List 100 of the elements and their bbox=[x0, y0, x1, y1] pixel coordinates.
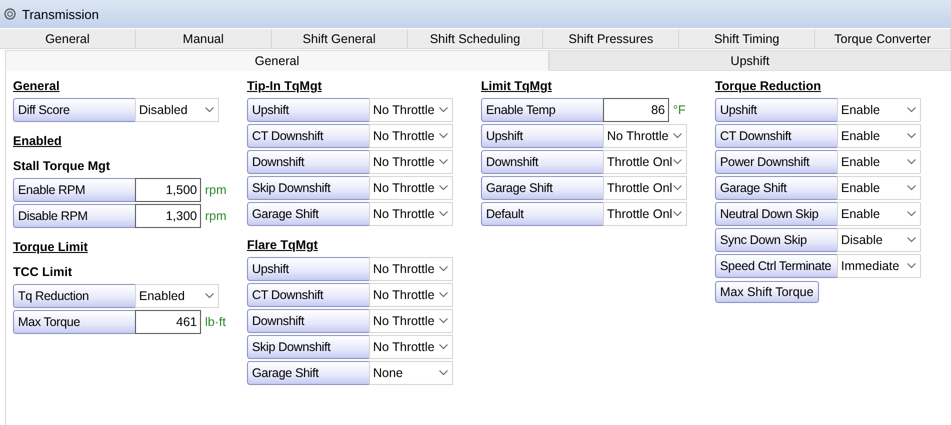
chevron-down-icon bbox=[439, 133, 448, 139]
chevron-down-icon bbox=[907, 133, 916, 139]
field-label: Upshift bbox=[247, 257, 369, 281]
section-heading: General bbox=[13, 79, 60, 93]
dropdown[interactable]: Enable bbox=[837, 202, 921, 226]
field-label: Upshift bbox=[247, 98, 369, 122]
chevron-down-icon bbox=[907, 185, 916, 191]
unit-label: °F bbox=[673, 103, 686, 117]
field-label: Enable RPM bbox=[13, 178, 135, 202]
unit-label: lb·ft bbox=[205, 315, 226, 329]
field-label: Garage Shift bbox=[715, 176, 837, 200]
field-label: Downshift bbox=[247, 150, 369, 174]
number-field[interactable]: 1,500 bbox=[135, 178, 201, 202]
chevron-down-icon bbox=[907, 237, 916, 243]
unit-label: rpm bbox=[205, 183, 227, 197]
chevron-down-icon bbox=[439, 370, 448, 376]
dropdown[interactable]: No Throttle bbox=[369, 98, 453, 122]
window-title: Transmission bbox=[22, 6, 99, 22]
field-label: Upshift bbox=[481, 124, 603, 148]
field-label: Max Torque bbox=[13, 310, 135, 334]
dropdown[interactable]: No Throttle bbox=[603, 124, 687, 148]
dropdown[interactable]: None bbox=[369, 361, 453, 385]
dropdown[interactable]: No Throttle bbox=[369, 176, 453, 200]
dropdown[interactable]: Disable bbox=[837, 228, 921, 252]
field-label: Skip Downshift bbox=[247, 176, 369, 200]
field-label: CT Downshift bbox=[715, 124, 837, 148]
dropdown[interactable]: No Throttle bbox=[369, 124, 453, 148]
field-label: Downshift bbox=[481, 150, 603, 174]
dropdown[interactable]: Throttle Onl bbox=[603, 150, 687, 174]
chevron-down-icon bbox=[907, 263, 916, 269]
chevron-down-icon bbox=[439, 266, 448, 272]
field-label: Disable RPM bbox=[13, 204, 135, 228]
chevron-down-icon bbox=[673, 159, 682, 165]
tab[interactable]: General bbox=[5, 50, 549, 71]
chevron-down-icon bbox=[907, 211, 916, 217]
field-label: Power Downshift bbox=[715, 150, 837, 174]
dropdown[interactable]: Throttle Onl bbox=[603, 202, 687, 226]
chevron-down-icon bbox=[439, 344, 448, 350]
number-field[interactable]: 86 bbox=[603, 98, 669, 122]
section-heading: Enabled bbox=[13, 134, 62, 148]
dropdown[interactable]: Enable bbox=[837, 124, 921, 148]
dropdown[interactable]: No Throttle bbox=[369, 150, 453, 174]
field-label: Enable Temp bbox=[481, 98, 603, 122]
number-field[interactable]: 1,300 bbox=[135, 204, 201, 228]
chevron-down-icon bbox=[205, 107, 214, 113]
chevron-down-icon bbox=[205, 293, 214, 299]
tab[interactable]: Shift Scheduling bbox=[408, 29, 544, 49]
chevron-down-icon bbox=[439, 318, 448, 324]
section-heading: Tip-In TqMgt bbox=[247, 79, 322, 93]
dropdown[interactable]: No Throttle bbox=[369, 257, 453, 281]
section-heading: Torque Limit bbox=[13, 240, 88, 254]
dropdown[interactable]: Enable bbox=[837, 176, 921, 200]
chevron-down-icon bbox=[673, 133, 682, 139]
section-heading: Flare TqMgt bbox=[247, 238, 318, 252]
dropdown[interactable]: No Throttle bbox=[369, 335, 453, 359]
field-label: CT Downshift bbox=[247, 124, 369, 148]
chevron-down-icon bbox=[907, 107, 916, 113]
tab[interactable]: Upshift bbox=[549, 50, 951, 71]
field-label: Default bbox=[481, 202, 603, 226]
unit-label: rpm bbox=[205, 209, 227, 223]
dropdown[interactable]: Throttle Onl bbox=[603, 176, 687, 200]
dropdown[interactable]: Immediate bbox=[837, 254, 921, 278]
field-label: CT Downshift bbox=[247, 283, 369, 307]
chevron-down-icon bbox=[439, 292, 448, 298]
field-label: Speed Ctrl Terminate bbox=[715, 254, 837, 278]
field-label: Upshift bbox=[715, 98, 837, 122]
section-heading: Torque Reduction bbox=[715, 79, 822, 93]
group-heading: TCC Limit bbox=[13, 265, 72, 279]
dropdown[interactable]: No Throttle bbox=[369, 283, 453, 307]
field-label: Tq Reduction bbox=[13, 284, 135, 308]
chevron-down-icon bbox=[907, 159, 916, 165]
field-label: Sync Down Skip bbox=[715, 228, 837, 252]
tab[interactable]: Torque Converter bbox=[815, 29, 951, 49]
field-label: Garage Shift bbox=[247, 202, 369, 226]
dropdown[interactable]: Enable bbox=[837, 150, 921, 174]
field-label: Neutral Down Skip bbox=[715, 202, 837, 226]
chevron-down-icon bbox=[439, 211, 448, 217]
field-label: Garage Shift bbox=[247, 361, 369, 385]
tab[interactable]: Shift Pressures bbox=[543, 29, 680, 49]
dropdown[interactable]: Enable bbox=[837, 98, 921, 122]
tab[interactable]: Shift Timing bbox=[679, 29, 816, 49]
chevron-down-icon bbox=[439, 159, 448, 165]
chevron-down-icon bbox=[673, 211, 682, 217]
group-heading: Stall Torque Mgt bbox=[13, 159, 110, 173]
section-heading: Limit TqMgt bbox=[481, 79, 552, 93]
max-shift-torque-button[interactable]: Max Shift Torque bbox=[715, 281, 819, 303]
tab[interactable]: Shift General bbox=[272, 29, 408, 49]
field-label: Downshift bbox=[247, 309, 369, 333]
chevron-down-icon bbox=[673, 185, 682, 191]
dropdown[interactable]: No Throttle bbox=[369, 309, 453, 333]
dropdown[interactable]: No Throttle bbox=[369, 202, 453, 226]
tab[interactable]: General bbox=[0, 29, 136, 49]
tab[interactable]: Manual bbox=[136, 29, 272, 49]
dropdown[interactable]: Disabled bbox=[135, 98, 219, 122]
field-label: Diff Score bbox=[13, 98, 135, 122]
number-field[interactable]: 461 bbox=[135, 310, 201, 334]
field-label: Garage Shift bbox=[481, 176, 603, 200]
dropdown[interactable]: Enabled bbox=[135, 284, 219, 308]
field-label: Skip Downshift bbox=[247, 335, 369, 359]
chevron-down-icon bbox=[439, 185, 448, 191]
